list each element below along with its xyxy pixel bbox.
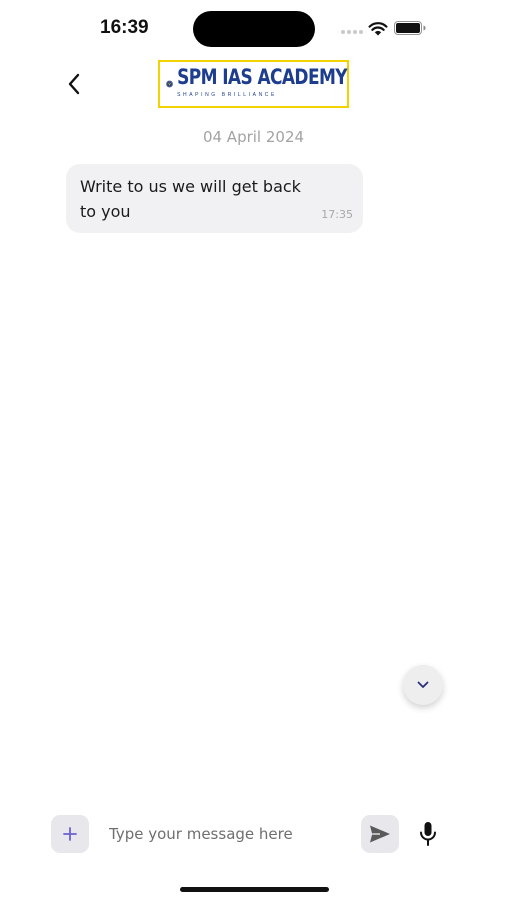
academy-emblem-icon <box>166 80 173 88</box>
attach-button[interactable] <box>51 815 89 853</box>
logo-text: SPM IAS ACADEMY SHAPING BRILLIANCE <box>177 65 348 98</box>
back-button[interactable] <box>60 70 88 98</box>
microphone-icon <box>420 822 436 846</box>
date-separator: 04 April 2024 <box>202 128 305 146</box>
send-icon <box>370 825 390 843</box>
battery-icon <box>394 21 426 35</box>
logo-title: SPM IAS ACADEMY <box>177 65 348 91</box>
send-button[interactable] <box>361 815 399 853</box>
wifi-icon <box>368 22 388 36</box>
academy-logo: SPM IAS ACADEMY SHAPING BRILLIANCE <box>158 60 349 108</box>
status-bar: 16:39 <box>0 0 507 58</box>
chevron-down-icon <box>417 681 429 688</box>
microphone-button[interactable] <box>414 818 442 850</box>
message-timestamp: 17:35 <box>321 208 353 221</box>
status-time: 16:39 <box>100 17 149 38</box>
logo-tagline: SHAPING BRILLIANCE <box>177 92 277 98</box>
cellular-signal-icon <box>341 30 365 34</box>
message-bubble: Write to us we will get back to you 17:3… <box>66 164 363 233</box>
dynamic-island <box>193 11 315 47</box>
message-text: Write to us we will get back to you <box>80 177 301 221</box>
chevron-left-icon <box>68 73 80 95</box>
scroll-down-button[interactable] <box>403 665 443 705</box>
plus-icon <box>63 827 77 841</box>
home-indicator <box>180 887 329 892</box>
message-input[interactable] <box>103 818 360 850</box>
